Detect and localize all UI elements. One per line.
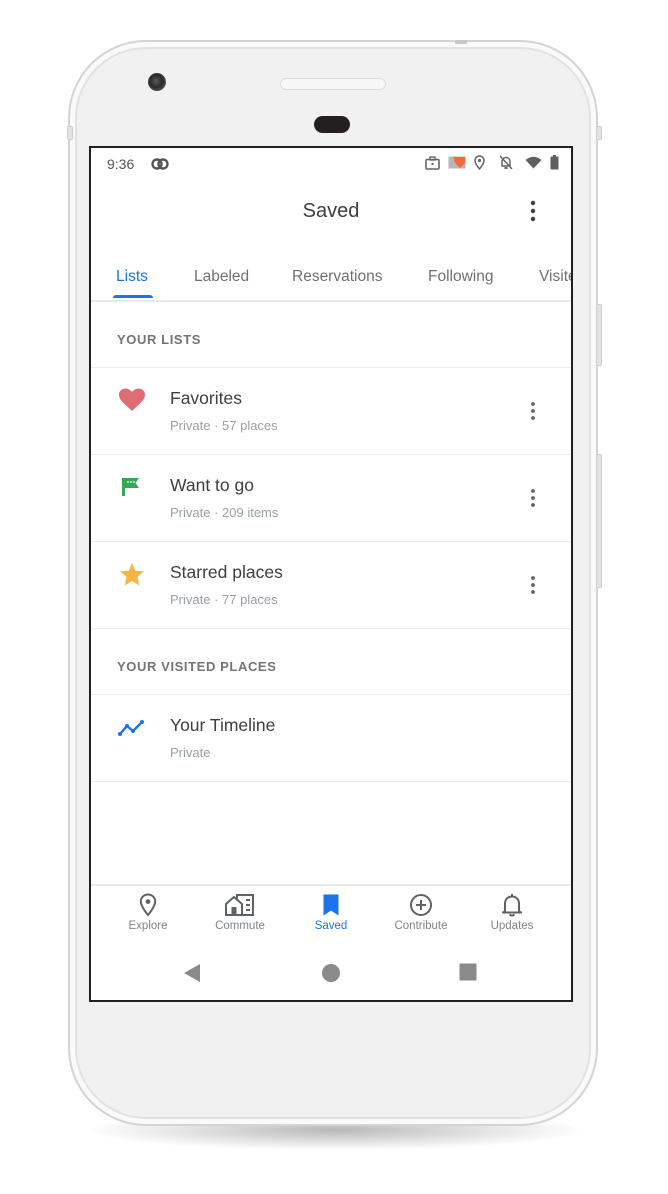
list-more-button[interactable] xyxy=(521,486,545,510)
list-item-your-timeline[interactable]: Your Timeline Private xyxy=(91,695,571,781)
list-subtitle: Private · 57 places xyxy=(170,418,278,433)
more-vert-icon xyxy=(531,576,535,594)
location-icon xyxy=(474,155,485,170)
briefcase-icon xyxy=(425,155,440,170)
more-options-button[interactable] xyxy=(521,199,545,223)
star-icon xyxy=(117,559,147,589)
list-more-button[interactable] xyxy=(521,399,545,423)
phone-screen: 9:36 Saved Lists Labeled Reservations Fo… xyxy=(89,146,573,1002)
divider xyxy=(91,781,571,782)
tab-following[interactable]: Following xyxy=(428,268,493,286)
cast-icon xyxy=(448,156,466,169)
list-subtitle: Private · 77 places xyxy=(170,592,278,607)
nav-label: Updates xyxy=(490,920,534,932)
notifications-off-icon xyxy=(499,155,513,170)
back-button[interactable] xyxy=(183,963,201,988)
tab-bar: Lists Labeled Reservations Following Vis… xyxy=(91,248,571,302)
nav-label: Commute xyxy=(215,920,265,932)
nav-label: Saved xyxy=(314,920,348,932)
app-bar: Saved xyxy=(91,180,571,240)
status-time: 9:36 xyxy=(107,156,135,172)
nav-saved[interactable]: Saved xyxy=(286,892,376,932)
nav-explore[interactable]: Explore xyxy=(103,892,193,932)
left-side-notch xyxy=(67,126,73,140)
list-title: Want to go xyxy=(170,475,254,495)
tab-visited[interactable]: Visited xyxy=(539,268,571,286)
bottom-navigation: Explore Commute Saved Contribute Updates xyxy=(91,884,571,948)
volume-button xyxy=(596,454,602,588)
list-subtitle: Private xyxy=(170,745,211,760)
tab-lists[interactable]: Lists xyxy=(116,268,148,286)
nav-label: Contribute xyxy=(394,920,448,932)
wifi-icon xyxy=(525,156,542,169)
recents-button[interactable] xyxy=(459,963,477,986)
front-camera xyxy=(148,73,166,91)
recents-icon xyxy=(459,963,477,981)
nav-commute[interactable]: Commute xyxy=(195,892,285,932)
list-title: Your Timeline xyxy=(170,715,276,735)
battery-icon xyxy=(550,155,559,170)
list-more-button[interactable] xyxy=(521,573,545,597)
list-item-starred-places[interactable]: Starred places Private · 77 places xyxy=(91,542,571,628)
flag-icon xyxy=(117,472,147,502)
tab-reservations[interactable]: Reservations xyxy=(292,268,382,286)
heart-icon xyxy=(117,385,147,415)
link-icon xyxy=(151,157,169,175)
earpiece-speaker xyxy=(280,78,386,90)
list-item-favorites[interactable]: Favorites Private · 57 places xyxy=(91,368,571,454)
timeline-icon xyxy=(117,713,147,743)
nav-label: Explore xyxy=(128,920,168,932)
home-icon xyxy=(322,964,340,982)
home-button[interactable] xyxy=(321,963,341,988)
list-item-want-to-go[interactable]: Want to go Private · 209 items xyxy=(91,455,571,541)
more-vert-icon xyxy=(530,200,536,222)
phone-top-slot xyxy=(455,40,467,44)
list-title: Favorites xyxy=(170,388,242,408)
tab-labeled[interactable]: Labeled xyxy=(194,268,249,286)
list-title: Starred places xyxy=(170,562,283,582)
more-vert-icon xyxy=(531,402,535,420)
status-bar: 9:36 xyxy=(91,148,571,180)
explore-pin-icon xyxy=(103,892,193,918)
back-icon xyxy=(184,964,200,982)
bell-icon xyxy=(467,892,557,918)
power-button xyxy=(596,304,602,366)
page-title: Saved xyxy=(302,200,360,222)
section-header-visited-places: YOUR VISITED PLACES xyxy=(117,659,277,674)
divider xyxy=(91,628,571,629)
bookmark-icon xyxy=(286,892,376,918)
right-side-notch xyxy=(596,126,602,140)
add-circle-icon xyxy=(376,892,466,918)
active-tab-indicator xyxy=(113,295,153,298)
nav-updates[interactable]: Updates xyxy=(467,892,557,932)
section-header-your-lists: YOUR LISTS xyxy=(117,332,202,347)
nav-contribute[interactable]: Contribute xyxy=(376,892,466,932)
proximity-sensor xyxy=(314,116,350,133)
commute-icon xyxy=(195,892,285,918)
system-navigation-bar xyxy=(91,946,571,1000)
list-subtitle: Private · 209 items xyxy=(170,505,279,520)
more-vert-icon xyxy=(531,489,535,507)
